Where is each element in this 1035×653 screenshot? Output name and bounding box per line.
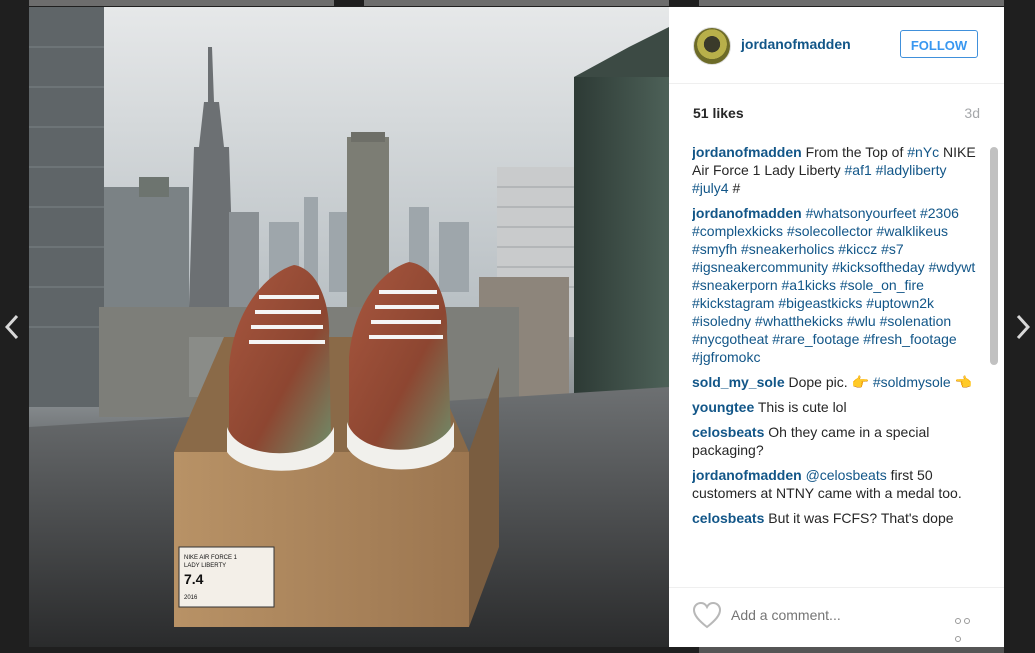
hashtag-link[interactable]: #smyfh — [692, 241, 737, 257]
hashtag-link[interactable]: #bigeastkicks — [778, 295, 862, 311]
heart-icon[interactable] — [692, 601, 722, 629]
comment-item: sold_my_sole Dope pic. 👉 #soldmysole 👈 — [692, 373, 982, 391]
post-footer — [669, 587, 1004, 648]
box-label-year: 2016 — [184, 595, 198, 601]
hashtag-link[interactable]: #s7 — [881, 241, 904, 257]
hashtag-link[interactable]: #a1kicks — [782, 277, 836, 293]
hashtag-link[interactable]: #walklikeus — [876, 223, 948, 239]
comment-username[interactable]: jordanofmadden — [692, 467, 802, 483]
backdrop-post-top-left — [29, 0, 334, 6]
hashtag-link[interactable]: #igsneakercommunity — [692, 259, 828, 275]
ellipsis-icon — [964, 618, 970, 624]
chevron-right-icon — [1016, 314, 1030, 340]
hashtag-link[interactable]: #af1 — [845, 162, 872, 178]
comment-item: jordanofmadden From the Top of #nYc NIKE… — [692, 143, 982, 197]
comment-username[interactable]: youngtee — [692, 399, 754, 415]
ellipsis-icon — [955, 618, 961, 624]
hashtag-link[interactable]: #soldmysole — [873, 374, 951, 390]
ellipsis-icon — [955, 636, 961, 642]
post-header: jordanofmadden FOLLOW — [669, 7, 1004, 84]
comment-item: jordanofmadden #whatsonyourfeet #2306 #c… — [692, 204, 982, 366]
comment-text: But it was FCFS? That's dope — [768, 510, 954, 526]
hashtag-link[interactable]: #solecollector — [787, 223, 873, 239]
box-label-line1: NIKE AIR FORCE 1 — [184, 555, 238, 561]
hashtag-link[interactable]: #nycgotheat — [692, 331, 768, 347]
avatar[interactable] — [693, 27, 731, 65]
hashtag-link[interactable]: #kiccz — [838, 241, 877, 257]
hashtag-link[interactable]: #jgfromokc — [692, 349, 760, 365]
post-modal: NIKE AIR FORCE 1 LADY LIBERTY 7.4 2016 j… — [29, 7, 1004, 647]
comment-username[interactable]: celosbeats — [692, 424, 764, 440]
hashtag-link[interactable]: #whatsonyourfeet — [806, 205, 917, 221]
comment-item: youngtee This is cute lol — [692, 398, 982, 416]
comment-item: celosbeats But it was FCFS? That's dope — [692, 509, 982, 527]
backdrop-post-top-middle — [364, 0, 669, 6]
hashtag-link[interactable]: #sole_on_fire — [840, 277, 924, 293]
hashtag-link[interactable]: #rare_footage — [772, 331, 859, 347]
hashtag-link[interactable]: #nYc — [907, 144, 939, 160]
hashtag-link[interactable]: #kickstagram — [692, 295, 774, 311]
comment-text: This is cute lol — [757, 399, 847, 415]
hashtag-link[interactable]: #july4 — [692, 180, 729, 196]
comment-text: Dope pic. 👉 — [788, 374, 873, 390]
comment-username[interactable]: jordanofmadden — [692, 205, 802, 221]
post-photo[interactable]: NIKE AIR FORCE 1 LADY LIBERTY 7.4 2016 — [29, 7, 669, 647]
comments-scrollbar[interactable] — [990, 147, 998, 365]
hashtag-link[interactable]: #ladyliberty — [876, 162, 947, 178]
likes-count[interactable]: 51 likes — [693, 105, 744, 121]
hashtag-link[interactable]: #kicksoftheday — [832, 259, 925, 275]
post-author-username[interactable]: jordanofmadden — [741, 36, 851, 52]
hashtag-link[interactable]: #sneakerholics — [741, 241, 834, 257]
hashtag-link[interactable]: @celosbeats — [806, 467, 887, 483]
previous-post-button[interactable] — [0, 312, 24, 342]
hashtag-link[interactable]: #solenation — [880, 313, 952, 329]
hashtag-link[interactable]: #complexkicks — [692, 223, 783, 239]
hashtag-link[interactable]: #fresh_footage — [863, 331, 956, 347]
box-label-size: 7.4 — [184, 571, 204, 587]
backdrop-post-top-right — [699, 0, 1004, 6]
follow-button[interactable]: FOLLOW — [900, 30, 978, 58]
add-comment-input[interactable] — [729, 602, 933, 628]
hashtag-link[interactable]: #whatthekicks — [755, 313, 843, 329]
comment-text: # — [728, 180, 741, 196]
comment-username[interactable]: celosbeats — [692, 510, 764, 526]
hashtag-link[interactable]: #sneakerporn — [692, 277, 778, 293]
post-details-panel: jordanofmadden FOLLOW 51 likes 3d jordan… — [669, 7, 1004, 647]
box-label-line2: LADY LIBERTY — [184, 563, 226, 569]
hashtag-link[interactable]: #wlu — [847, 313, 876, 329]
comment-username[interactable]: jordanofmadden — [692, 144, 802, 160]
comments-list[interactable]: jordanofmadden From the Top of #nYc NIKE… — [692, 143, 982, 579]
more-options-button[interactable] — [955, 611, 981, 642]
comment-text: From the Top of — [805, 144, 908, 160]
hashtag-link[interactable]: #2306 — [920, 205, 959, 221]
comment-username[interactable]: sold_my_sole — [692, 374, 785, 390]
comment-text: 👈 — [950, 374, 973, 390]
sneaker-city-photo: NIKE AIR FORCE 1 LADY LIBERTY 7.4 2016 — [29, 7, 669, 647]
comment-item: celosbeats Oh they came in a special pac… — [692, 423, 982, 459]
comment-item: jordanofmadden @celosbeats first 50 cust… — [692, 466, 982, 502]
chevron-left-icon — [5, 314, 19, 340]
hashtag-link[interactable]: #wdywt — [929, 259, 976, 275]
hashtag-link[interactable]: #uptown2k — [866, 295, 934, 311]
next-post-button[interactable] — [1011, 312, 1035, 342]
hashtag-link[interactable]: #isoledny — [692, 313, 751, 329]
post-age[interactable]: 3d — [964, 105, 980, 121]
